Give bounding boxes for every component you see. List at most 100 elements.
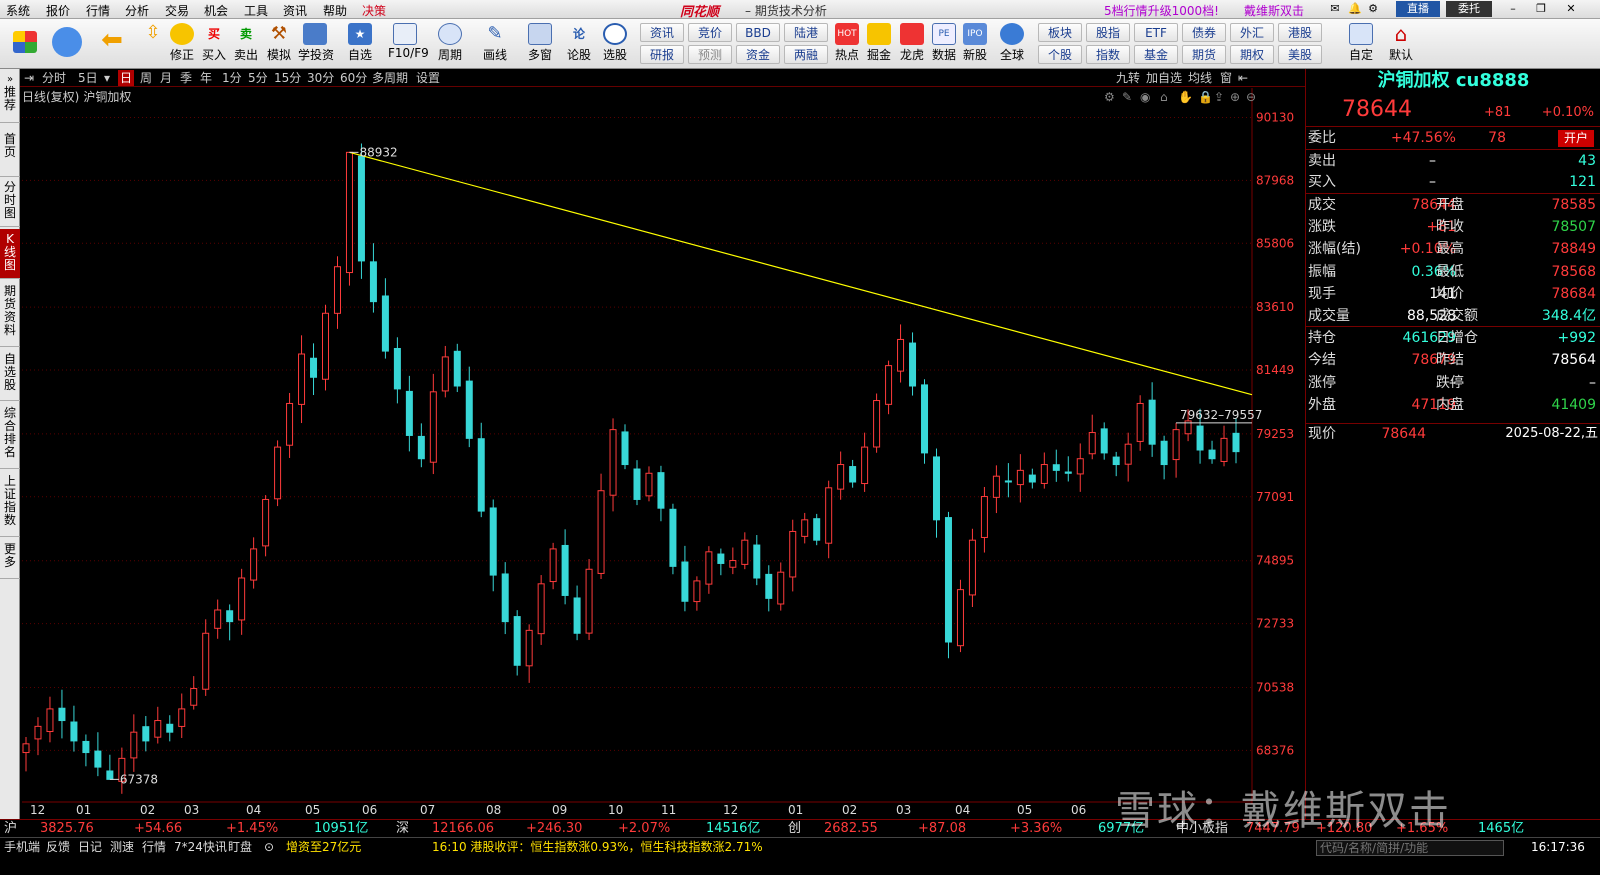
order-button[interactable]: 委托 [1446,1,1492,17]
index-change-pct[interactable]: +3.36% [1010,820,1062,837]
index-name[interactable]: 创 [788,820,801,837]
status-speed[interactable]: 测速 [110,838,134,857]
etf-button[interactable]: ETF [1134,23,1178,42]
correct-button[interactable]: 修正 [165,21,199,67]
bond-button[interactable]: 债券 [1182,23,1226,42]
draw-button[interactable]: ✎ 画线 [478,21,512,67]
watchlist-button[interactable]: ★ 自选 [343,21,377,67]
fund-flow-button[interactable]: 资金 [736,45,780,64]
menu-market[interactable]: 行情 [86,2,110,19]
menu-help[interactable]: 帮助 [323,2,347,19]
zoom-out-icon[interactable]: ⊖ [1246,90,1256,104]
data-button[interactable]: PE 数据 [927,21,961,67]
forecast-button[interactable]: 预测 [688,45,732,64]
learn-button[interactable]: 学投资 [298,21,334,67]
us-stock-button[interactable]: 美股 [1278,45,1322,64]
open-account-button[interactable]: 开户 [1558,130,1594,147]
period-5day[interactable]: 5日 [78,70,98,86]
nine-turn-button[interactable]: 九转 [1116,70,1140,86]
period-15min[interactable]: 15分 [274,70,301,86]
research-button[interactable]: 研报 [640,45,684,64]
tab-more[interactable]: 更多 [0,539,20,579]
hand-icon[interactable]: ✋ [1178,90,1193,104]
ma-button[interactable]: 均线 [1188,70,1212,86]
sell-button[interactable]: 卖卖出 [229,21,263,67]
index-amount[interactable]: 14516亿 [706,820,760,837]
index-name[interactable]: 沪 [4,820,17,837]
dropdown-arrow-icon[interactable]: ▾ [104,70,110,86]
restore-icon[interactable]: ❐ [1530,1,1552,17]
nav-arrow-icon[interactable]: ⇥ [24,70,34,86]
index-amount[interactable]: 10951亿 [314,820,368,837]
screener-button[interactable]: 选股 [598,21,632,67]
link-icon[interactable]: ⊙ [264,838,274,857]
period-quarter[interactable]: 季 [180,70,192,86]
period-multi[interactable]: 多周期 [372,70,408,86]
tab-shanghai-index[interactable]: 上证指数 [0,471,20,537]
padlock-icon[interactable]: 🔒 [1198,90,1213,104]
menu-news[interactable]: 资讯 [283,2,307,19]
status-diary[interactable]: 日记 [78,838,102,857]
auction-button[interactable]: 竞价 [688,23,732,42]
dragon-button[interactable]: 龙虎 [895,21,929,67]
status-mobile[interactable]: 手机端 [4,838,40,857]
period-timeshare[interactable]: 分时 [42,70,66,86]
bbd-button[interactable]: BBD [736,23,780,42]
robot-button[interactable] [50,21,84,67]
forex-button[interactable]: 外汇 [1230,23,1274,42]
window-expand-icon[interactable]: ⇤ [1238,70,1248,86]
stock-button[interactable]: 个股 [1038,45,1082,64]
global-button[interactable]: 全球 [995,21,1029,67]
menu-quote[interactable]: 报价 [46,2,70,19]
mail-icon[interactable]: ✉ [1328,1,1342,17]
tab-futures-info[interactable]: 期货资料 [0,281,20,347]
user-name[interactable]: 戴维斯双击 [1244,2,1304,19]
settings-icon[interactable]: ⚙ [1366,1,1380,17]
tab-kline[interactable]: K线图 [0,229,20,279]
index-name[interactable]: 深 [396,820,409,837]
period-1min[interactable]: 1分 [222,70,242,86]
menu-opportunity[interactable]: 机会 [204,2,228,19]
period-month[interactable]: 月 [160,70,172,86]
period-60min[interactable]: 60分 [340,70,367,86]
period-30min[interactable]: 30分 [307,70,334,86]
close-icon[interactable]: ✕ [1560,1,1582,17]
margin-button[interactable]: 两融 [784,45,828,64]
status-promo[interactable]: 增资至27亿元 [286,838,361,857]
tab-watchlist[interactable]: 自选股 [0,349,20,401]
index-change-pct[interactable]: +1.45% [226,820,278,837]
period-year[interactable]: 年 [200,70,212,86]
custom-button[interactable]: 自定 [1344,21,1378,67]
futures-button[interactable]: 期货 [1182,45,1226,64]
gear-icon[interactable]: ⚙ [1104,90,1115,104]
period-settings[interactable]: 设置 [416,70,440,86]
menu-trade[interactable]: 交易 [165,2,189,19]
status-feedback[interactable]: 反馈 [46,838,70,857]
index-value[interactable]: 2682.55 [824,820,878,837]
index-change[interactable]: +54.66 [134,820,182,837]
menu-system[interactable]: 系统 [6,2,30,19]
sector-button[interactable]: 板块 [1038,23,1082,42]
simulate-button[interactable]: ⚒ 模拟 [262,21,296,67]
add-watchlist-button[interactable]: 加自选 [1146,70,1182,86]
menu-analysis[interactable]: 分析 [125,2,149,19]
buy-button[interactable]: 买买入 [197,21,231,67]
tab-home[interactable]: 首页 [0,129,20,177]
index-futures-button[interactable]: 股指 [1086,23,1130,42]
menu-decision[interactable]: 决策 [362,2,386,19]
status-news[interactable]: 7*24快讯 [174,838,227,857]
f10-button[interactable]: F10/F9 [388,21,429,67]
status-market[interactable]: 行情 [142,838,166,857]
trendline[interactable] [349,151,1253,396]
fund-button[interactable]: 基金 [1134,45,1178,64]
status-watch[interactable]: 盯盘 [228,838,252,857]
dig-button[interactable]: 掘金 [862,21,896,67]
bell-icon[interactable]: 🔔 [1348,1,1362,17]
index-change-pct[interactable]: +2.07% [618,820,670,837]
index-value[interactable]: 3825.76 [40,820,94,837]
zoom-in-icon[interactable]: ⊕ [1230,90,1240,104]
minimize-icon[interactable]: – [1502,1,1524,17]
multiwindow-button[interactable]: 多窗 [523,21,557,67]
search-input[interactable] [1316,840,1504,856]
period-day[interactable]: 日 [118,70,135,86]
